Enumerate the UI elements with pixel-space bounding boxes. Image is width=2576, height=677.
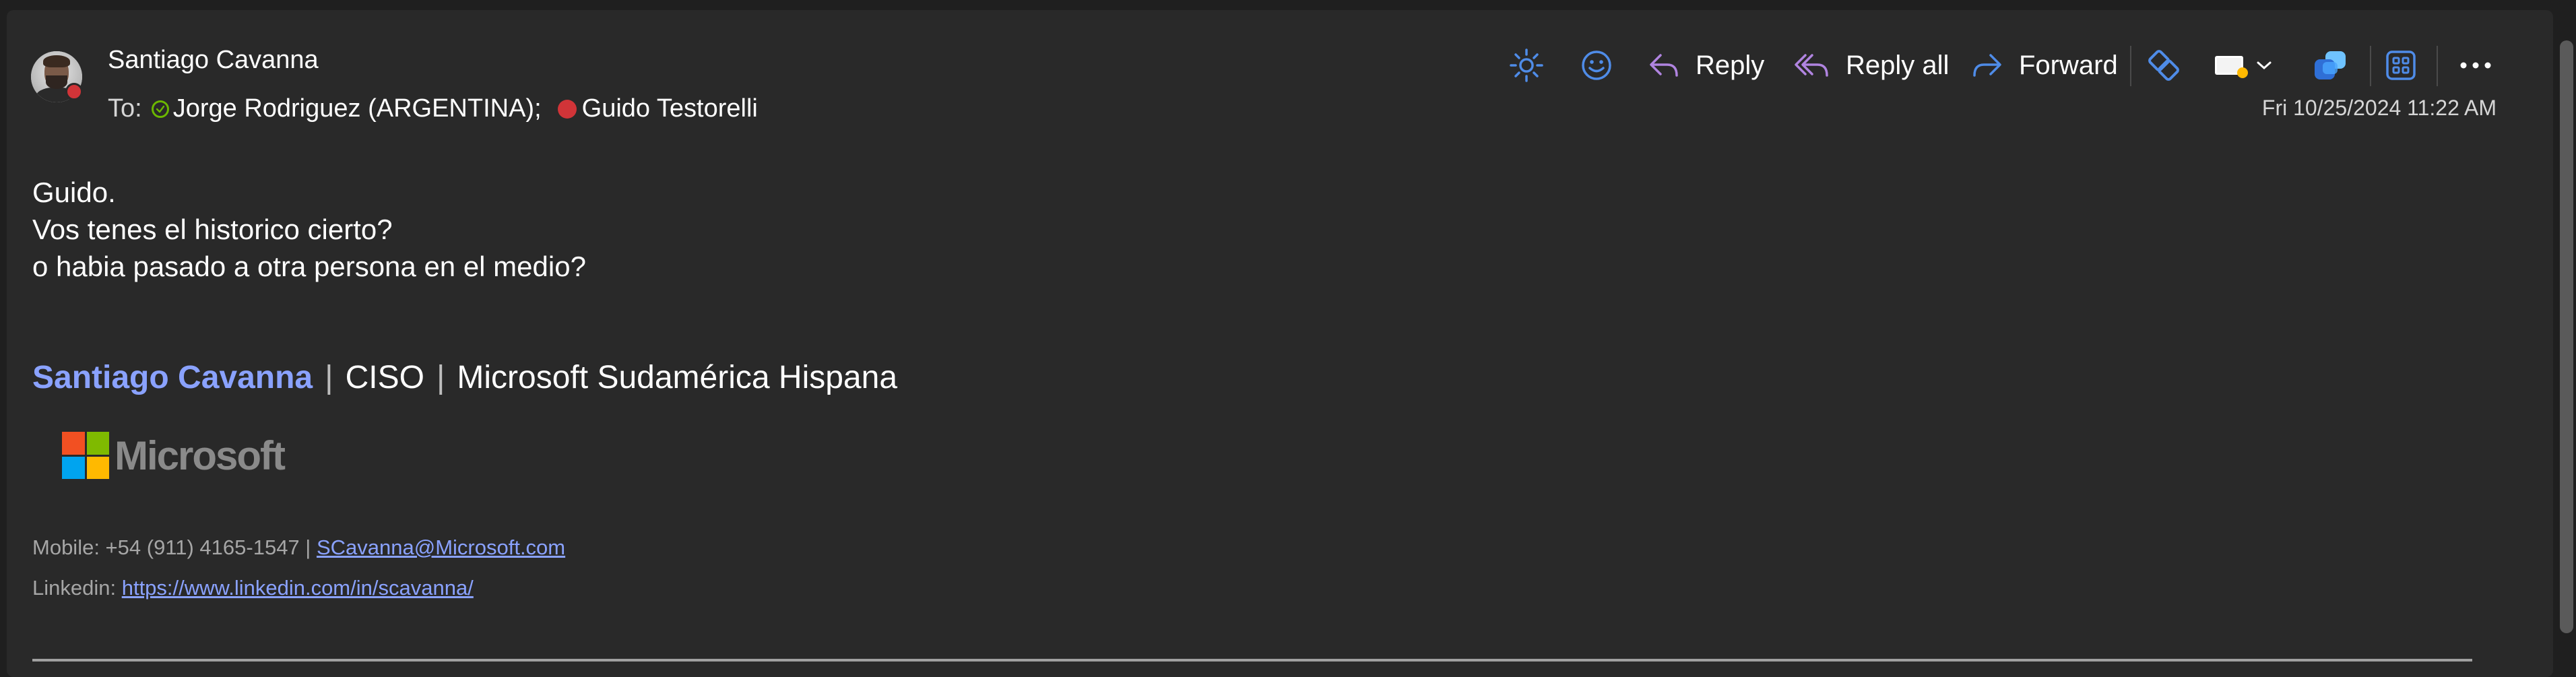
reply-button[interactable]: Reply	[1647, 42, 1764, 89]
reply-all-label: Reply all	[1846, 50, 1950, 80]
sender-presence-busy-icon	[65, 83, 83, 100]
vertical-scrollbar[interactable]	[2560, 40, 2573, 633]
signature-separator: |	[436, 360, 445, 395]
signature-separator: |	[325, 360, 333, 395]
signature-linkedin-line: Linkedin: https://www.linkedin.com/in/sc…	[32, 576, 474, 600]
recipient-jorge[interactable]: Jorge Rodriguez (ARGENTINA);	[151, 94, 542, 123]
signature-mobile-line: Mobile: +54 (911) 4165-1547 | SCavanna@M…	[32, 536, 565, 560]
presence-busy-icon	[557, 99, 577, 119]
body-line: o habia pasado a otra persona en el medi…	[32, 251, 586, 282]
more-icon	[2459, 61, 2492, 70]
microsoft-logo-icon	[62, 432, 109, 479]
message-body: Guido. Vos tenes el historico cierto? o …	[32, 174, 586, 285]
reply-all-icon	[1793, 49, 1831, 82]
label-icon	[2213, 51, 2249, 80]
forward-icon	[1970, 49, 2004, 82]
apps-icon	[2385, 49, 2417, 82]
forward-button[interactable]: Forward	[1970, 42, 2118, 89]
recipient-name: Guido Testorelli	[581, 94, 758, 123]
recipients-line: To: Jorge Rodriguez (ARGENTINA); Guido T…	[108, 94, 758, 123]
signature-name: Santiago Cavanna	[32, 360, 313, 395]
reaction-button[interactable]	[1580, 42, 1613, 89]
reply-icon	[1647, 49, 1681, 82]
reply-all-button[interactable]: Reply all	[1793, 42, 1949, 89]
toolbar-divider	[2130, 46, 2131, 86]
presence-available-icon	[151, 100, 169, 118]
microsoft-logo-text: Microsoft	[115, 432, 286, 478]
mobile-text: Mobile: +54 (911) 4165-1547 |	[32, 536, 311, 559]
sun-icon	[1509, 48, 1544, 83]
chevron-down-icon	[2256, 60, 2272, 71]
body-line: Vos tenes el historico cierto?	[32, 214, 393, 245]
teams-icon	[2312, 47, 2348, 84]
toolbar-divider	[2437, 46, 2438, 86]
toolbar-divider	[2370, 46, 2371, 86]
linkedin-link[interactable]: https://www.linkedin.com/in/scavanna/	[122, 576, 474, 600]
emoji-icon	[1580, 49, 1613, 82]
immersive-reader-button[interactable]	[1509, 42, 1544, 89]
signature-divider	[32, 659, 2472, 662]
forward-label: Forward	[2019, 50, 2118, 80]
sender-name[interactable]: Santiago Cavanna	[108, 46, 319, 75]
loop-button[interactable]	[2146, 42, 2182, 89]
recipient-guido[interactable]: Guido Testorelli	[557, 94, 758, 123]
loop-icon	[2146, 47, 2182, 84]
apps-button[interactable]	[2385, 42, 2417, 89]
received-timestamp: Fri 10/25/2024 11:22 AM	[2261, 96, 2497, 120]
body-line: Guido.	[32, 176, 116, 208]
teams-chat-button[interactable]	[2312, 42, 2348, 89]
signature-org: Microsoft Sudamérica Hispana	[457, 360, 898, 395]
categorize-button[interactable]	[2213, 42, 2272, 89]
recipient-name: Jorge Rodriguez (ARGENTINA);	[172, 94, 542, 123]
more-actions-button[interactable]	[2459, 42, 2492, 89]
to-label: To:	[108, 94, 142, 123]
signature-line: Santiago Cavanna | CISO | Microsoft Suda…	[32, 359, 897, 396]
microsoft-logo: Microsoft	[62, 432, 286, 479]
reply-label: Reply	[1696, 50, 1765, 80]
signature-role: CISO	[345, 360, 424, 395]
linkedin-label: Linkedin:	[32, 576, 117, 600]
email-link[interactable]: SCavanna@Microsoft.com	[317, 536, 565, 559]
